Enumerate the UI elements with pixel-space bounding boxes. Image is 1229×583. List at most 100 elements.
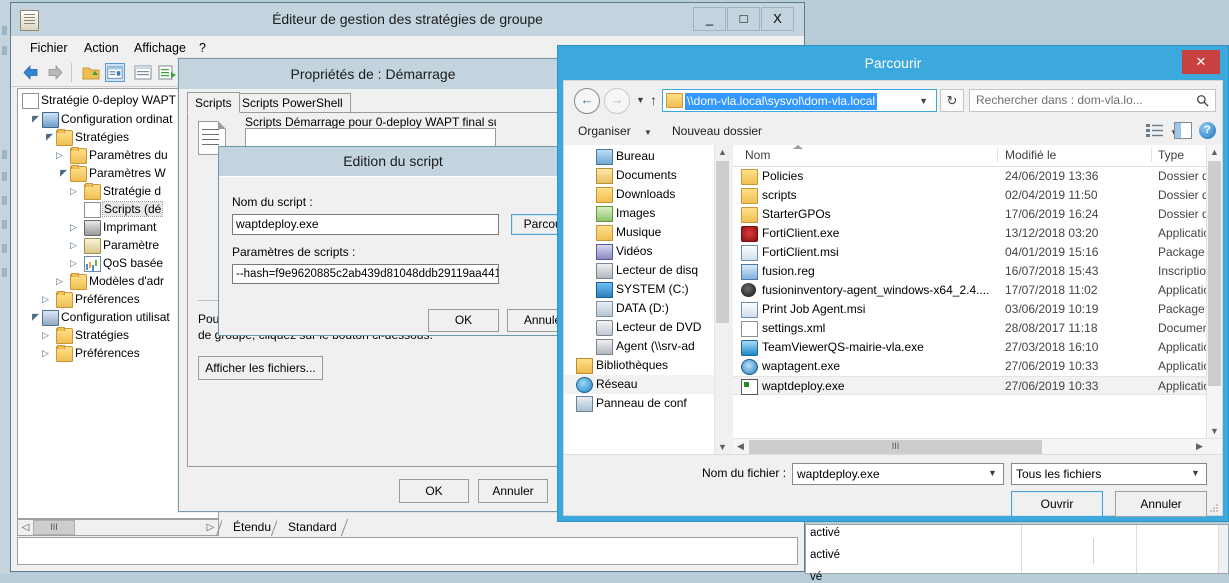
nav-item-vid-os[interactable]: Vidéos bbox=[564, 242, 729, 261]
maximize-button[interactable]: □ bbox=[727, 7, 760, 31]
menu-action[interactable]: Action bbox=[79, 40, 124, 56]
filter-chevron-down-icon[interactable]: ▼ bbox=[1191, 468, 1200, 478]
address-text[interactable]: \\dom-vla.local\sysvol\dom-vla.local bbox=[685, 93, 878, 110]
file-name-input[interactable]: waptdeploy.exe bbox=[792, 463, 1004, 485]
file-row[interactable]: Print Job Agent.msi 03/06/2019 10:19 Packa… bbox=[733, 300, 1222, 319]
navigation-pane-scrollbar[interactable]: ▲ ▼ bbox=[714, 145, 730, 455]
scroll-left-icon[interactable]: ◀ bbox=[733, 439, 748, 455]
file-row[interactable]: fusion.reg16/07/2018 15:43Inscription da bbox=[733, 262, 1222, 281]
nav-item-r-seau[interactable]: Réseau bbox=[564, 375, 729, 394]
preview-pane-icon[interactable] bbox=[1174, 122, 1192, 139]
browse-dialog-titlebar[interactable]: Parcourir ✕ bbox=[558, 46, 1228, 80]
forward-arrow-icon[interactable] bbox=[45, 63, 65, 82]
resize-grip-icon[interactable] bbox=[1209, 503, 1219, 513]
back-arrow-icon[interactable] bbox=[21, 63, 41, 82]
menu-fichier[interactable]: Fichier bbox=[25, 40, 73, 56]
back-icon[interactable]: ← bbox=[574, 88, 600, 114]
address-chevron-down-icon[interactable]: ▼ bbox=[919, 96, 928, 106]
menu-affichage[interactable]: Affichage bbox=[129, 40, 191, 56]
nav-item-biblioth-ques[interactable]: Bibliothèques bbox=[564, 356, 729, 375]
browse-close-button[interactable]: ✕ bbox=[1182, 50, 1220, 74]
tab-standard[interactable]: Standard bbox=[277, 519, 346, 536]
organize-chevron-down-icon[interactable]: ▼ bbox=[644, 128, 652, 137]
nav-item-downloads[interactable]: Downloads bbox=[564, 185, 729, 204]
file-type-filter[interactable]: Tous les fichiers bbox=[1011, 463, 1207, 485]
forward-icon[interactable]: → bbox=[604, 88, 630, 114]
nav-item-images[interactable]: Images bbox=[564, 204, 729, 223]
twisty-collapsed-icon[interactable]: ▷ bbox=[70, 240, 81, 251]
twisty-collapsed-icon[interactable]: ▷ bbox=[70, 222, 81, 233]
file-name-chevron-down-icon[interactable]: ▼ bbox=[988, 468, 997, 478]
script-params-input[interactable]: --hash=f9e9620885c2ab439d81048ddb29119aa… bbox=[232, 264, 499, 284]
scroll-down-icon[interactable]: ▼ bbox=[1207, 424, 1222, 439]
properties-cancel-button[interactable]: Annuler bbox=[478, 479, 548, 503]
up-icon[interactable]: ↑ bbox=[650, 92, 657, 108]
nav-item-musique[interactable]: Musique bbox=[564, 223, 729, 242]
twisty-collapsed-icon[interactable]: ▷ bbox=[56, 150, 67, 161]
nav-item-lecteur-de-disq[interactable]: Lecteur de disq bbox=[564, 261, 729, 280]
file-list-scrollbar[interactable]: ▲ ▼ bbox=[1206, 145, 1222, 439]
open-button[interactable]: Ouvrir bbox=[1011, 491, 1103, 517]
gpo-tree-hscrollbar[interactable]: ◁ III ▷ bbox=[17, 519, 219, 536]
organize-button[interactable]: Organiser bbox=[578, 124, 631, 138]
nav-item-panneau-de-conf[interactable]: Panneau de conf bbox=[564, 394, 729, 413]
view-mode-icon[interactable] bbox=[1146, 123, 1164, 139]
file-row[interactable]: TeamViewerQS-mairie-vla.exe 27/03/2018 16… bbox=[733, 338, 1222, 357]
file-list-hscrollbar[interactable]: ◀ III ▶ bbox=[733, 438, 1222, 455]
minimize-button[interactable]: _ bbox=[693, 7, 726, 31]
search-input[interactable]: Rechercher dans : dom-vla.lo... bbox=[969, 89, 1216, 112]
nav-item-system-c[interactable]: SYSTEM (C:) bbox=[564, 280, 729, 299]
properties-view-icon[interactable] bbox=[105, 63, 125, 82]
nav-item-lecteur-de-dvd[interactable]: Lecteur de DVD bbox=[564, 318, 729, 337]
help-icon[interactable]: ? bbox=[1199, 122, 1216, 139]
file-hscroll-thumb[interactable]: III bbox=[749, 440, 1042, 454]
column-header-type[interactable]: Type bbox=[1158, 148, 1184, 162]
file-row[interactable]: FortiClient.exe 13/12/2018 03:20 Applicati… bbox=[733, 224, 1222, 243]
file-row[interactable]: settings.xml28/08/2017 11:18Document XM bbox=[733, 319, 1222, 338]
twisty-collapsed-icon[interactable]: ▷ bbox=[70, 258, 81, 269]
twisty-collapsed-icon[interactable]: ▷ bbox=[56, 276, 67, 287]
twisty-expanded-icon[interactable]: ◢ bbox=[28, 312, 39, 323]
scroll-left-icon[interactable]: ◁ bbox=[18, 520, 33, 535]
navigation-pane[interactable]: Bureau Documents Downloads Images Musique Vid… bbox=[564, 145, 729, 455]
tab-scripts[interactable]: Scripts bbox=[187, 92, 240, 113]
recent-locations-chevron-down-icon[interactable]: ▼ bbox=[636, 95, 645, 105]
close-button[interactable]: X bbox=[761, 7, 794, 31]
twisty-expanded-icon[interactable]: ◢ bbox=[56, 168, 67, 179]
file-row[interactable]: FortiClient.msi 04/01/2019 15:16 Package W… bbox=[733, 243, 1222, 262]
twisty-expanded-icon[interactable]: ◢ bbox=[42, 132, 53, 143]
tab-scripts-powershell[interactable]: Scripts PowerShell bbox=[234, 93, 351, 113]
up-folder-icon[interactable] bbox=[81, 63, 101, 82]
gpo-titlebar[interactable]: Éditeur de gestion des stratégies de gro… bbox=[11, 3, 804, 37]
script-name-input[interactable]: waptdeploy.exe bbox=[232, 214, 499, 235]
column-header-name[interactable]: Nom bbox=[745, 148, 770, 162]
file-row[interactable]: fusioninventory-agent_windows-x64_2.4...… bbox=[733, 281, 1222, 300]
address-bar[interactable]: \\dom-vla.local\sysvol\dom-vla.local ▼ bbox=[662, 89, 937, 112]
twisty-collapsed-icon[interactable]: ▷ bbox=[42, 348, 53, 359]
scroll-up-icon[interactable]: ▲ bbox=[715, 145, 730, 160]
file-scroll-thumb[interactable] bbox=[1208, 161, 1221, 386]
twisty-collapsed-icon[interactable]: ▷ bbox=[42, 294, 53, 305]
file-row[interactable]: waptdeploy.exe 27/06/2019 10:33 Applicatio… bbox=[733, 376, 1222, 395]
show-files-button[interactable]: Afficher les fichiers... bbox=[198, 356, 323, 380]
twisty-expanded-icon[interactable]: ◢ bbox=[28, 114, 39, 125]
list-view-icon[interactable] bbox=[133, 63, 153, 82]
column-header-modified[interactable]: Modifié le bbox=[1005, 148, 1056, 162]
nav-scroll-thumb[interactable] bbox=[716, 161, 729, 323]
background-pane-scrollbar[interactable] bbox=[1218, 525, 1228, 573]
twisty-collapsed-icon[interactable]: ▷ bbox=[42, 330, 53, 341]
export-list-icon[interactable] bbox=[157, 63, 177, 82]
nav-item-bureau[interactable]: Bureau bbox=[564, 147, 729, 166]
scroll-right-icon[interactable]: ▶ bbox=[1192, 439, 1207, 455]
nav-item-data-d[interactable]: DATA (D:) bbox=[564, 299, 729, 318]
file-row[interactable]: StarterGPOs17/06/2019 16:24Dossier de fi… bbox=[733, 205, 1222, 224]
nav-item-agent-srv-ad[interactable]: Agent (\\srv-ad bbox=[564, 337, 729, 356]
cancel-button[interactable]: Annuler bbox=[1115, 491, 1207, 517]
properties-ok-button[interactable]: OK bbox=[399, 479, 469, 503]
twisty-collapsed-icon[interactable]: ▷ bbox=[70, 186, 81, 197]
scroll-down-icon[interactable]: ▼ bbox=[715, 440, 730, 455]
menu-help[interactable]: ? bbox=[194, 40, 211, 56]
new-folder-button[interactable]: Nouveau dossier bbox=[672, 124, 762, 138]
refresh-icon[interactable]: ↻ bbox=[940, 89, 964, 112]
file-row[interactable]: Policies24/06/2019 13:36Dossier de fic bbox=[733, 167, 1222, 186]
